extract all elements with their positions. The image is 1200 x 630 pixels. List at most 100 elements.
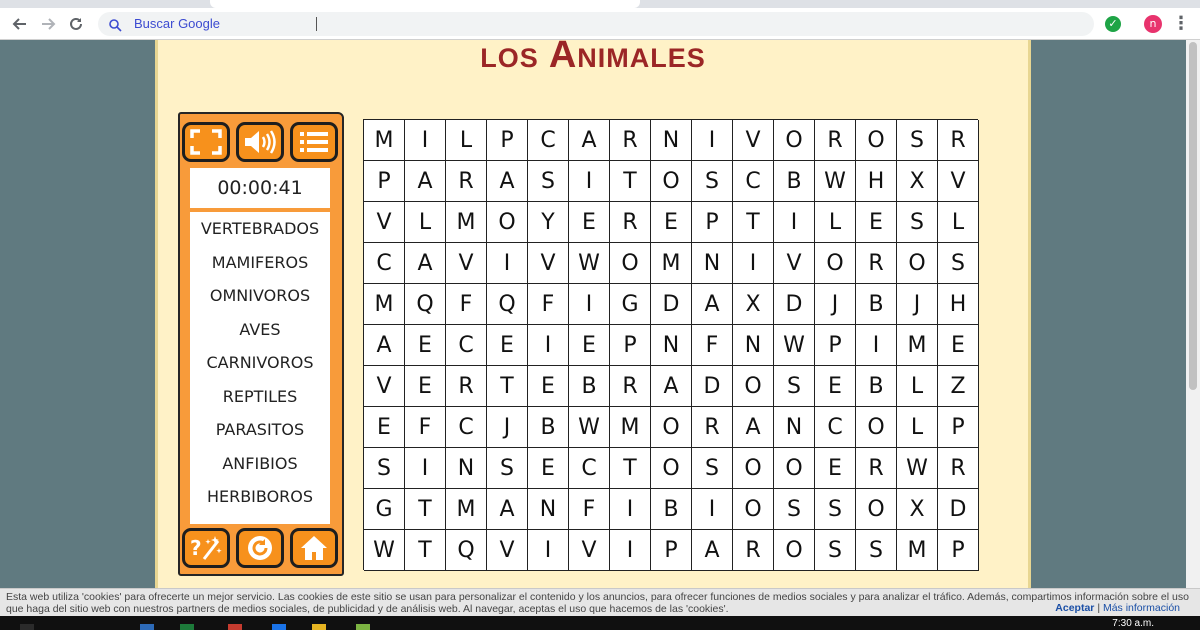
avatar[interactable]: n bbox=[1144, 15, 1162, 33]
grid-cell[interactable]: V bbox=[487, 530, 528, 571]
grid-cell[interactable]: R bbox=[938, 448, 979, 489]
grid-cell[interactable]: C bbox=[364, 243, 405, 284]
grid-cell[interactable]: G bbox=[364, 489, 405, 530]
grid-cell[interactable]: M bbox=[897, 530, 938, 571]
grid-cell[interactable]: E bbox=[815, 366, 856, 407]
grid-cell[interactable]: O bbox=[733, 489, 774, 530]
grid-cell[interactable]: C bbox=[815, 407, 856, 448]
grid-cell[interactable]: P bbox=[815, 325, 856, 366]
grid-cell[interactable]: M bbox=[651, 243, 692, 284]
grid-cell[interactable]: I bbox=[774, 202, 815, 243]
taskbar-app-icon[interactable] bbox=[356, 624, 370, 630]
hint-button[interactable]: ? bbox=[182, 528, 230, 568]
grid-cell[interactable]: X bbox=[897, 161, 938, 202]
grid-cell[interactable]: O bbox=[651, 448, 692, 489]
grid-cell[interactable]: W bbox=[774, 325, 815, 366]
grid-cell[interactable]: P bbox=[487, 120, 528, 161]
grid-cell[interactable]: F bbox=[569, 489, 610, 530]
grid-cell[interactable]: W bbox=[569, 243, 610, 284]
back-arrow-icon[interactable] bbox=[8, 12, 32, 36]
grid-cell[interactable]: P bbox=[364, 161, 405, 202]
scrollbar-thumb[interactable] bbox=[1189, 42, 1197, 390]
grid-cell[interactable]: A bbox=[487, 489, 528, 530]
grid-cell[interactable]: O bbox=[774, 120, 815, 161]
grid-cell[interactable]: L bbox=[938, 202, 979, 243]
grid-cell[interactable]: D bbox=[938, 489, 979, 530]
grid-cell[interactable]: A bbox=[405, 161, 446, 202]
grid-cell[interactable]: E bbox=[856, 202, 897, 243]
taskbar-app-icon[interactable] bbox=[272, 624, 286, 630]
grid-cell[interactable]: Q bbox=[405, 284, 446, 325]
grid-cell[interactable]: M bbox=[364, 120, 405, 161]
grid-cell[interactable]: L bbox=[446, 120, 487, 161]
grid-cell[interactable]: T bbox=[405, 489, 446, 530]
grid-cell[interactable]: L bbox=[897, 366, 938, 407]
grid-cell[interactable]: I bbox=[692, 489, 733, 530]
grid-cell[interactable]: N bbox=[692, 243, 733, 284]
grid-cell[interactable]: O bbox=[856, 120, 897, 161]
grid-cell[interactable]: C bbox=[569, 448, 610, 489]
grid-cell[interactable]: E bbox=[528, 448, 569, 489]
grid-cell[interactable]: V bbox=[364, 202, 405, 243]
grid-cell[interactable]: A bbox=[569, 120, 610, 161]
cookie-accept-link[interactable]: Aceptar bbox=[1055, 602, 1094, 614]
grid-cell[interactable]: T bbox=[610, 161, 651, 202]
grid-cell[interactable]: E bbox=[364, 407, 405, 448]
grid-cell[interactable]: N bbox=[528, 489, 569, 530]
grid-cell[interactable]: S bbox=[774, 366, 815, 407]
grid-cell[interactable]: S bbox=[856, 530, 897, 571]
grid-cell[interactable]: T bbox=[610, 448, 651, 489]
grid-cell[interactable]: F bbox=[405, 407, 446, 448]
grid-cell[interactable]: O bbox=[856, 489, 897, 530]
word-search-grid[interactable]: MILPCARNIVOROSRPARASITOSCBWHXVVLMOYEREPT… bbox=[363, 119, 979, 571]
grid-cell[interactable]: V bbox=[733, 120, 774, 161]
grid-cell[interactable]: H bbox=[856, 161, 897, 202]
grid-cell[interactable]: E bbox=[528, 366, 569, 407]
grid-cell[interactable]: T bbox=[487, 366, 528, 407]
grid-cell[interactable]: A bbox=[692, 284, 733, 325]
kebab-menu-icon[interactable]: ⋮ bbox=[1172, 13, 1190, 34]
grid-cell[interactable]: Q bbox=[487, 284, 528, 325]
grid-cell[interactable]: R bbox=[815, 120, 856, 161]
grid-cell[interactable]: N bbox=[446, 448, 487, 489]
grid-cell[interactable]: A bbox=[692, 530, 733, 571]
grid-cell[interactable]: J bbox=[897, 284, 938, 325]
grid-cell[interactable]: R bbox=[610, 120, 651, 161]
grid-cell[interactable]: V bbox=[364, 366, 405, 407]
grid-cell[interactable]: P bbox=[938, 530, 979, 571]
grid-cell[interactable]: V bbox=[774, 243, 815, 284]
grid-cell[interactable]: R bbox=[610, 202, 651, 243]
grid-cell[interactable]: I bbox=[610, 530, 651, 571]
grid-cell[interactable]: S bbox=[528, 161, 569, 202]
grid-cell[interactable]: A bbox=[733, 407, 774, 448]
grid-cell[interactable]: N bbox=[651, 120, 692, 161]
home-button[interactable] bbox=[290, 528, 338, 568]
grid-cell[interactable]: Y bbox=[528, 202, 569, 243]
grid-cell[interactable]: A bbox=[405, 243, 446, 284]
grid-cell[interactable]: P bbox=[938, 407, 979, 448]
grid-cell[interactable]: Z bbox=[938, 366, 979, 407]
grid-cell[interactable]: V bbox=[446, 243, 487, 284]
omnibox[interactable]: Buscar Google bbox=[98, 12, 1094, 36]
grid-cell[interactable]: A bbox=[651, 366, 692, 407]
grid-cell[interactable]: X bbox=[733, 284, 774, 325]
word-list-button[interactable] bbox=[290, 122, 338, 162]
grid-cell[interactable]: C bbox=[528, 120, 569, 161]
grid-cell[interactable]: S bbox=[815, 489, 856, 530]
grid-cell[interactable]: S bbox=[897, 202, 938, 243]
grid-cell[interactable]: M bbox=[446, 202, 487, 243]
grid-cell[interactable]: O bbox=[774, 448, 815, 489]
grid-cell[interactable]: B bbox=[569, 366, 610, 407]
grid-cell[interactable]: N bbox=[733, 325, 774, 366]
grid-cell[interactable]: W bbox=[897, 448, 938, 489]
grid-cell[interactable]: S bbox=[364, 448, 405, 489]
grid-cell[interactable]: O bbox=[651, 407, 692, 448]
grid-cell[interactable]: E bbox=[487, 325, 528, 366]
grid-cell[interactable]: D bbox=[692, 366, 733, 407]
grid-cell[interactable]: V bbox=[528, 243, 569, 284]
grid-cell[interactable]: Q bbox=[446, 530, 487, 571]
grid-cell[interactable]: N bbox=[651, 325, 692, 366]
grid-cell[interactable]: H bbox=[938, 284, 979, 325]
taskbar-app-icon[interactable] bbox=[312, 624, 326, 630]
grid-cell[interactable]: O bbox=[856, 407, 897, 448]
